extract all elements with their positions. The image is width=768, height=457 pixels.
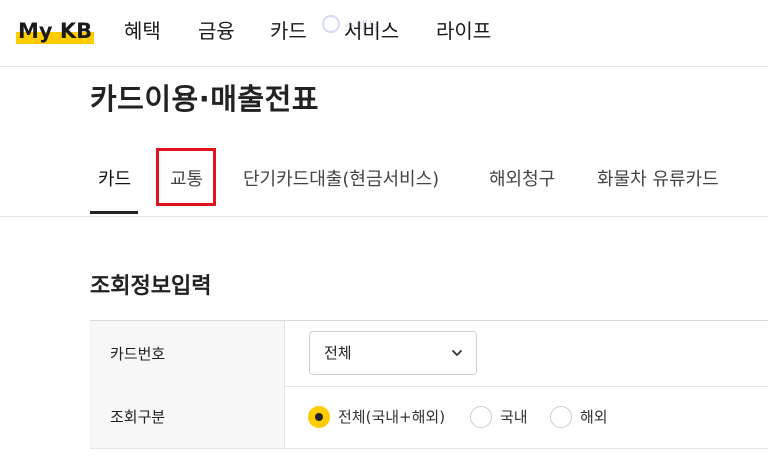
card-number-select[interactable]: 전체 — [309, 331, 477, 375]
nav-item-finance[interactable]: 금융 — [198, 14, 235, 48]
radio-all-label: 전체(국내+해외) — [338, 408, 446, 426]
radio-domestic[interactable]: 국내 — [470, 386, 540, 448]
active-tab-indicator — [90, 211, 138, 214]
label-cell: 조회구분 — [90, 386, 285, 448]
tab-card[interactable]: 카드 — [98, 162, 131, 198]
tab-truck-fuel-card[interactable]: 화물차 유류카드 — [597, 162, 719, 198]
top-navigation: My KB 혜택 금융 카드 소매뉴 서비스 라이프 — [0, 0, 768, 67]
radio-overseas-label: 해외 — [580, 408, 608, 426]
radio-overseas[interactable]: 해외 — [550, 386, 620, 448]
nav-item-card[interactable]: 카드 — [270, 14, 307, 48]
form-row-card-number: 카드번호 전체 — [90, 321, 768, 387]
nav-item-service[interactable]: 서비스 — [344, 14, 399, 48]
card-number-label: 카드번호 — [110, 345, 166, 363]
inquiry-form: 카드번호 전체 조회구분 전체(국내+해외) 국내 해외 — [90, 320, 768, 457]
tab-transportation[interactable]: 교통 — [170, 162, 203, 198]
chevron-down-icon — [452, 350, 462, 356]
radio-all-dot — [315, 413, 323, 421]
tab-short-term-loan[interactable]: 단기카드대출(현금서비스) — [243, 162, 439, 198]
radio-all-circle[interactable] — [308, 406, 330, 428]
radio-domestic-label: 국내 — [500, 408, 528, 426]
tab-overseas-billing[interactable]: 해외청구 — [489, 162, 555, 198]
mykb-logo[interactable]: My KB — [16, 14, 95, 48]
nav-item-life[interactable]: 라이프 — [436, 14, 491, 48]
brand-label: My KB — [18, 19, 93, 43]
label-cell: 카드번호 — [90, 321, 285, 386]
page: My KB 혜택 금융 카드 소매뉴 서비스 라이프 카드이용·매출전표 카드 … — [0, 0, 768, 457]
watermark-circle-icon — [322, 15, 340, 33]
card-number-select-value: 전체 — [324, 344, 352, 362]
radio-overseas-circle[interactable] — [550, 406, 572, 428]
tab-bar: 카드 교통 단기카드대출(현금서비스) 해외청구 화물차 유류카드 — [0, 148, 768, 217]
section-title: 조회정보입력 — [90, 274, 212, 299]
inquiry-type-label: 조회구분 — [110, 408, 166, 426]
page-title: 카드이용·매출전표 — [90, 82, 319, 116]
form-row-inquiry-type: 조회구분 전체(국내+해외) 국내 해외 — [90, 386, 768, 449]
nav-item-benefits[interactable]: 혜택 — [124, 14, 161, 48]
radio-domestic-circle[interactable] — [470, 406, 492, 428]
radio-all[interactable]: 전체(국내+해외) — [308, 386, 458, 448]
